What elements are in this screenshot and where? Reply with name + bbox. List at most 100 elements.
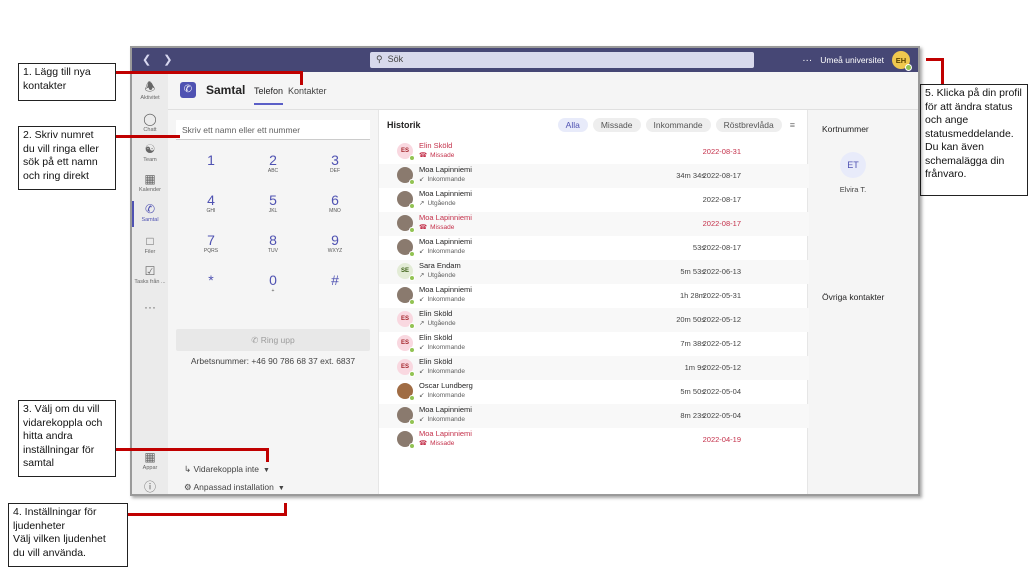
history-row[interactable]: Moa Lapinniemi ↙ Inkommande 34m 34s 2022-08-… <box>379 164 809 188</box>
filter-rostbrevlada[interactable]: Röstbrevlåda <box>715 118 782 132</box>
contact-name: Moa Lapinniemi <box>419 237 472 246</box>
call-date: 2022-05-04 <box>702 411 741 420</box>
filter-inkommande[interactable]: Inkommande <box>645 118 711 132</box>
phone-icon: ✆ <box>144 202 156 216</box>
dial-input[interactable]: Skriv ett namn eller ett nummer <box>176 120 370 140</box>
teams-icon: ☯ <box>144 142 156 156</box>
presence-dot-icon <box>409 155 415 161</box>
history-row[interactable]: Moa Lapinniemi ↙ Inkommande 8m 23s 2022-05-0… <box>379 404 809 428</box>
presence-dot-icon <box>409 179 415 185</box>
key-8[interactable]: 8 TUV <box>248 232 298 254</box>
key-0[interactable]: 0 + <box>248 272 298 294</box>
speed-dial-name[interactable]: Elvira T. <box>828 185 878 194</box>
key-5[interactable]: 5 JKL <box>248 192 298 214</box>
history-row[interactable]: Moa Lapinniemi ↙ Inkommande 1h 28m 2022-05-3… <box>379 284 809 308</box>
teams-window: ❮ ❯ ⚲ Sök ··· Umeå universitet EH 🕭 Aktivit… <box>130 46 920 496</box>
filter-icon[interactable]: ≡ <box>790 120 795 130</box>
call-type: ☎ Missade <box>419 224 455 231</box>
call-direction-icon: ↙ <box>419 392 425 399</box>
contact-name: Sara Endam <box>419 261 461 270</box>
presence-dot-icon <box>409 299 415 305</box>
history-row[interactable]: ES Elin Sköld ↙ Inkommande 1m 9s 2022-05-12 <box>379 356 809 380</box>
call-direction-icon: ↙ <box>419 416 425 423</box>
history-row[interactable]: Moa Lapinniemi ↗ Utgående 2022-08-17 <box>379 188 809 212</box>
key-7[interactable]: 7 PQRS <box>186 232 236 254</box>
history-title: Historik <box>387 120 421 130</box>
contact-name: Elin Sköld <box>419 309 453 318</box>
history-row[interactable]: ES Elin Sköld ↗ Utgående 20m 50s 2022-05-12 <box>379 308 809 332</box>
history-row[interactable]: Moa Lapinniemi ↙ Inkommande 53s 2022-08-17 <box>379 236 809 260</box>
callout-line-1 <box>116 71 302 74</box>
phone-icon: ✆ <box>251 335 261 345</box>
rail-item-apps[interactable]: ▦ Appar <box>132 450 168 471</box>
history-row[interactable]: SE Sara Endam ↗ Utgående 5m 53s 2022-06-13 <box>379 260 809 284</box>
callout-line-2 <box>116 135 180 138</box>
call-direction-icon: ↙ <box>419 176 425 183</box>
callout-forwarding: 3. Välj om du vill vidarekoppla och hitt… <box>18 400 116 477</box>
key-hash[interactable]: # <box>310 272 360 288</box>
key-6[interactable]: 6 MNO <box>310 192 360 214</box>
chat-icon: ◯ <box>143 112 157 126</box>
rail-item-tasks[interactable]: ☑ Tasks från ... <box>132 264 168 285</box>
presence-available-icon <box>905 64 912 71</box>
tab-kontakter[interactable]: Kontakter <box>288 86 327 96</box>
history-row[interactable]: Oscar Lundberg ↙ Inkommande 5m 50s 2022-05-0… <box>379 380 809 404</box>
rail-item-help[interactable]: ⓘ <box>132 480 168 494</box>
rail-item-calls[interactable]: ✆ Samtal <box>132 201 168 227</box>
contact-name: Moa Lapinniemi <box>419 429 472 438</box>
key-1[interactable]: 1 <box>186 152 236 168</box>
back-arrow-icon[interactable]: ❮ <box>142 54 151 66</box>
history-row[interactable]: Moa Lapinniemi ☎ Missade 2022-08-17 <box>379 212 809 236</box>
presence-dot-icon <box>409 371 415 377</box>
forwarding-dropdown[interactable]: ↳ Vidarekoppla inte ▼ <box>184 464 270 475</box>
key-star[interactable]: * <box>186 272 236 288</box>
title-bar: ❮ ❯ ⚲ Sök ··· Umeå universitet EH <box>132 48 918 72</box>
gear-icon: ⚙ <box>184 482 194 492</box>
rail-item-more[interactable]: ··· <box>132 300 168 315</box>
forward-arrow-icon[interactable]: ❯ <box>163 54 172 66</box>
call-direction-icon: ↗ <box>419 320 425 327</box>
key-9[interactable]: 9 WXYZ <box>310 232 360 254</box>
call-type: ☎ Missade <box>419 152 455 159</box>
profile-avatar[interactable]: EH <box>892 51 912 71</box>
call-direction-icon: ☎ <box>419 440 428 447</box>
key-2[interactable]: 2 ABC <box>248 152 298 174</box>
rail-item-calendar[interactable]: ▦ Kalender <box>132 172 168 193</box>
device-settings-dropdown[interactable]: ⚙ Anpassad installation ▼ <box>184 482 285 493</box>
call-direction-icon: ↗ <box>419 200 425 207</box>
other-contacts-title: Övriga kontakter <box>822 292 885 302</box>
call-date: 2022-08-17 <box>702 219 741 228</box>
callout-line-5-down <box>941 58 944 84</box>
search-icon: ⚲ <box>376 54 383 64</box>
tab-telefon[interactable]: Telefon <box>254 86 284 105</box>
call-type: ↙ Inkommande <box>419 248 466 255</box>
call-button[interactable]: ✆ Ring upp <box>176 329 370 351</box>
search-input[interactable]: ⚲ Sök <box>370 52 754 68</box>
filter-missade[interactable]: Missade <box>592 118 641 132</box>
calls-app-icon: ✆ <box>180 82 196 98</box>
history-row[interactable]: ES Elin Sköld ↙ Inkommande 7m 38s 2022-05-12 <box>379 332 809 356</box>
contact-name: Moa Lapinniemi <box>419 189 472 198</box>
call-type: ↙ Inkommande <box>419 368 466 375</box>
rail-item-activity[interactable]: 🕭 Aktivitet <box>132 80 168 101</box>
key-4[interactable]: 4 GHI <box>186 192 236 214</box>
rail-item-chat[interactable]: ◯ Chatt <box>132 112 168 133</box>
speed-dial-avatar[interactable]: ET <box>840 152 866 178</box>
keypad: 1 2 ABC 3 DEF 4 GHI 5 JKL 6 MNO 7 PQRS 8 TUV 9W… <box>176 140 370 310</box>
rail-item-files[interactable]: □ Filer <box>132 234 168 255</box>
call-type: ↙ Inkommande <box>419 344 466 351</box>
callout-add-contacts: 1. Lägg till nya kontakter <box>18 63 116 101</box>
key-3[interactable]: 3 DEF <box>310 152 360 174</box>
bell-icon: 🕭 <box>144 80 156 94</box>
work-number: Arbetsnummer: +46 90 786 68 37 ext. 6837 <box>190 356 356 366</box>
rail-item-teams[interactable]: ☯ Team <box>132 142 168 163</box>
call-date: 2022-06-13 <box>702 267 741 276</box>
contact-name: Moa Lapinniemi <box>419 285 472 294</box>
history-row[interactable]: Moa Lapinniemi ☎ Missade 2022-04-19 <box>379 428 809 452</box>
history-row[interactable]: ES Elin Sköld ☎ Missade 2022-08-31 <box>379 140 809 164</box>
filter-alla[interactable]: Alla <box>557 118 588 132</box>
more-options-icon[interactable]: ··· <box>802 55 812 66</box>
callout-line-3 <box>116 448 268 451</box>
callout-line-3-down <box>266 448 269 462</box>
call-type: ↙ Inkommande <box>419 176 466 183</box>
